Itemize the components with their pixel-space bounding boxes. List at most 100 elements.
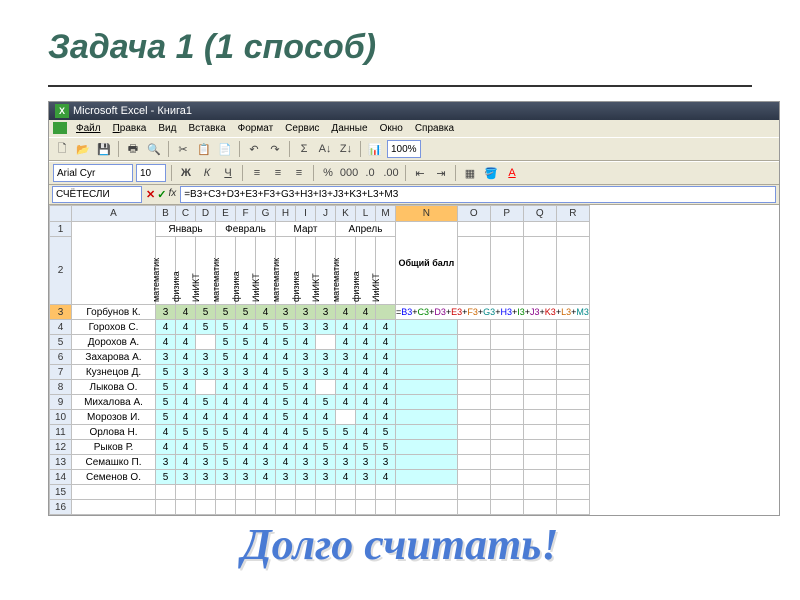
grade-cell[interactable]: 4 (256, 305, 276, 320)
row-header-1[interactable]: 1 (50, 222, 72, 237)
grade-cell[interactable]: 4 (236, 440, 256, 455)
grade-cell[interactable]: 4 (356, 395, 376, 410)
grade-cell[interactable]: 5 (156, 395, 176, 410)
grade-cell[interactable]: 3 (316, 365, 336, 380)
grade-cell[interactable]: 5 (216, 350, 236, 365)
grade-cell[interactable]: 4 (196, 410, 216, 425)
dec-decimal-icon[interactable]: .00 (382, 164, 400, 182)
grade-cell[interactable]: 4 (276, 440, 296, 455)
grade-cell[interactable]: 5 (156, 410, 176, 425)
student-name[interactable]: Лыкова О. (72, 380, 156, 395)
grade-cell[interactable]: 4 (236, 320, 256, 335)
preview-icon[interactable]: 🔍 (145, 140, 163, 158)
undo-icon[interactable]: ↶ (245, 140, 263, 158)
cut-icon[interactable]: ✂ (174, 140, 192, 158)
menu-view[interactable]: Вид (153, 122, 181, 135)
menu-file[interactable]: Файл (71, 122, 106, 135)
grade-cell[interactable]: 3 (236, 365, 256, 380)
grade-cell[interactable]: 4 (336, 320, 356, 335)
grade-cell[interactable]: 4 (276, 455, 296, 470)
student-name[interactable]: Горохов С. (72, 320, 156, 335)
column-header-B[interactable]: B (156, 206, 176, 222)
total-cell[interactable] (396, 425, 458, 440)
bold-icon[interactable]: Ж (177, 164, 195, 182)
student-name[interactable]: Михалова А. (72, 395, 156, 410)
grade-cell[interactable]: 3 (296, 455, 316, 470)
grade-cell[interactable]: 3 (356, 470, 376, 485)
grade-cell[interactable]: 3 (196, 350, 216, 365)
grade-cell[interactable]: 5 (276, 335, 296, 350)
grade-cell[interactable]: 4 (176, 410, 196, 425)
grade-cell[interactable]: 3 (316, 350, 336, 365)
grade-cell[interactable]: 4 (296, 410, 316, 425)
grade-cell[interactable] (316, 335, 336, 350)
row-header-10[interactable]: 10 (50, 410, 72, 425)
grade-cell[interactable]: 5 (316, 440, 336, 455)
total-cell[interactable] (396, 365, 458, 380)
grade-cell[interactable]: 5 (276, 320, 296, 335)
grade-cell[interactable]: 5 (376, 440, 396, 455)
grade-cell[interactable]: 4 (336, 395, 356, 410)
grade-cell[interactable]: 5 (196, 320, 216, 335)
grade-cell[interactable]: 4 (176, 380, 196, 395)
grade-cell[interactable]: 5 (216, 455, 236, 470)
grade-cell[interactable]: 5 (216, 440, 236, 455)
row-header-2[interactable]: 2 (50, 237, 72, 305)
grade-cell[interactable]: 4 (376, 380, 396, 395)
grade-cell[interactable]: 3 (316, 455, 336, 470)
grade-cell[interactable]: 3 (296, 320, 316, 335)
paste-icon[interactable]: 📄 (216, 140, 234, 158)
grade-cell[interactable]: 4 (376, 320, 396, 335)
grade-cell[interactable] (196, 380, 216, 395)
month-1[interactable]: Февраль (216, 222, 276, 237)
row-header-6[interactable]: 6 (50, 350, 72, 365)
grade-cell[interactable]: 4 (376, 470, 396, 485)
row-header-7[interactable]: 7 (50, 365, 72, 380)
grade-cell[interactable]: 4 (236, 410, 256, 425)
total-header[interactable]: Общий балл (396, 222, 458, 305)
grade-cell[interactable]: 5 (156, 365, 176, 380)
grade-cell[interactable]: 4 (256, 380, 276, 395)
column-header-K[interactable]: K (336, 206, 356, 222)
grade-cell[interactable]: 3 (176, 365, 196, 380)
save-icon[interactable]: 💾 (95, 140, 113, 158)
grade-cell[interactable]: 4 (376, 335, 396, 350)
grade-cell[interactable]: 5 (216, 320, 236, 335)
borders-icon[interactable]: ▦ (461, 164, 479, 182)
fx-icon[interactable]: fx (168, 188, 176, 201)
font-color-icon[interactable]: A (503, 164, 521, 182)
grade-cell[interactable]: 5 (196, 440, 216, 455)
grade-cell[interactable]: 4 (316, 410, 336, 425)
grade-cell[interactable]: 5 (236, 305, 256, 320)
student-name[interactable]: Захарова А. (72, 350, 156, 365)
student-name[interactable]: Семенов О. (72, 470, 156, 485)
grade-cell[interactable]: 4 (376, 410, 396, 425)
grade-cell[interactable]: 5 (216, 305, 236, 320)
column-header-M[interactable]: M (376, 206, 396, 222)
student-name[interactable]: Рыков Р. (72, 440, 156, 455)
open-icon[interactable]: 📂 (74, 140, 92, 158)
grade-cell[interactable]: 3 (296, 350, 316, 365)
grade-cell[interactable]: 4 (296, 440, 316, 455)
grade-cell[interactable] (196, 335, 216, 350)
formula-cancel-icon[interactable]: ✕ (146, 188, 155, 201)
row-header-14[interactable]: 14 (50, 470, 72, 485)
grade-cell[interactable]: 3 (296, 470, 316, 485)
grade-cell[interactable]: 4 (336, 470, 356, 485)
column-header-R[interactable]: R (556, 206, 589, 222)
grade-cell[interactable]: 3 (236, 470, 256, 485)
menu-insert[interactable]: Вставка (183, 122, 230, 135)
indent-dec-icon[interactable]: ⇤ (411, 164, 429, 182)
student-name[interactable]: Орлова Н. (72, 425, 156, 440)
grade-cell[interactable]: 4 (336, 440, 356, 455)
grade-cell[interactable]: 3 (376, 455, 396, 470)
column-header-E[interactable]: E (216, 206, 236, 222)
grade-cell[interactable]: 5 (216, 335, 236, 350)
grade-cell[interactable]: 3 (196, 365, 216, 380)
align-right-icon[interactable]: ≡ (290, 164, 308, 182)
grade-cell[interactable] (376, 305, 396, 320)
menu-help[interactable]: Справка (410, 122, 459, 135)
grade-cell[interactable]: 5 (276, 395, 296, 410)
month-0[interactable]: Январь (156, 222, 216, 237)
grade-cell[interactable]: 3 (316, 305, 336, 320)
